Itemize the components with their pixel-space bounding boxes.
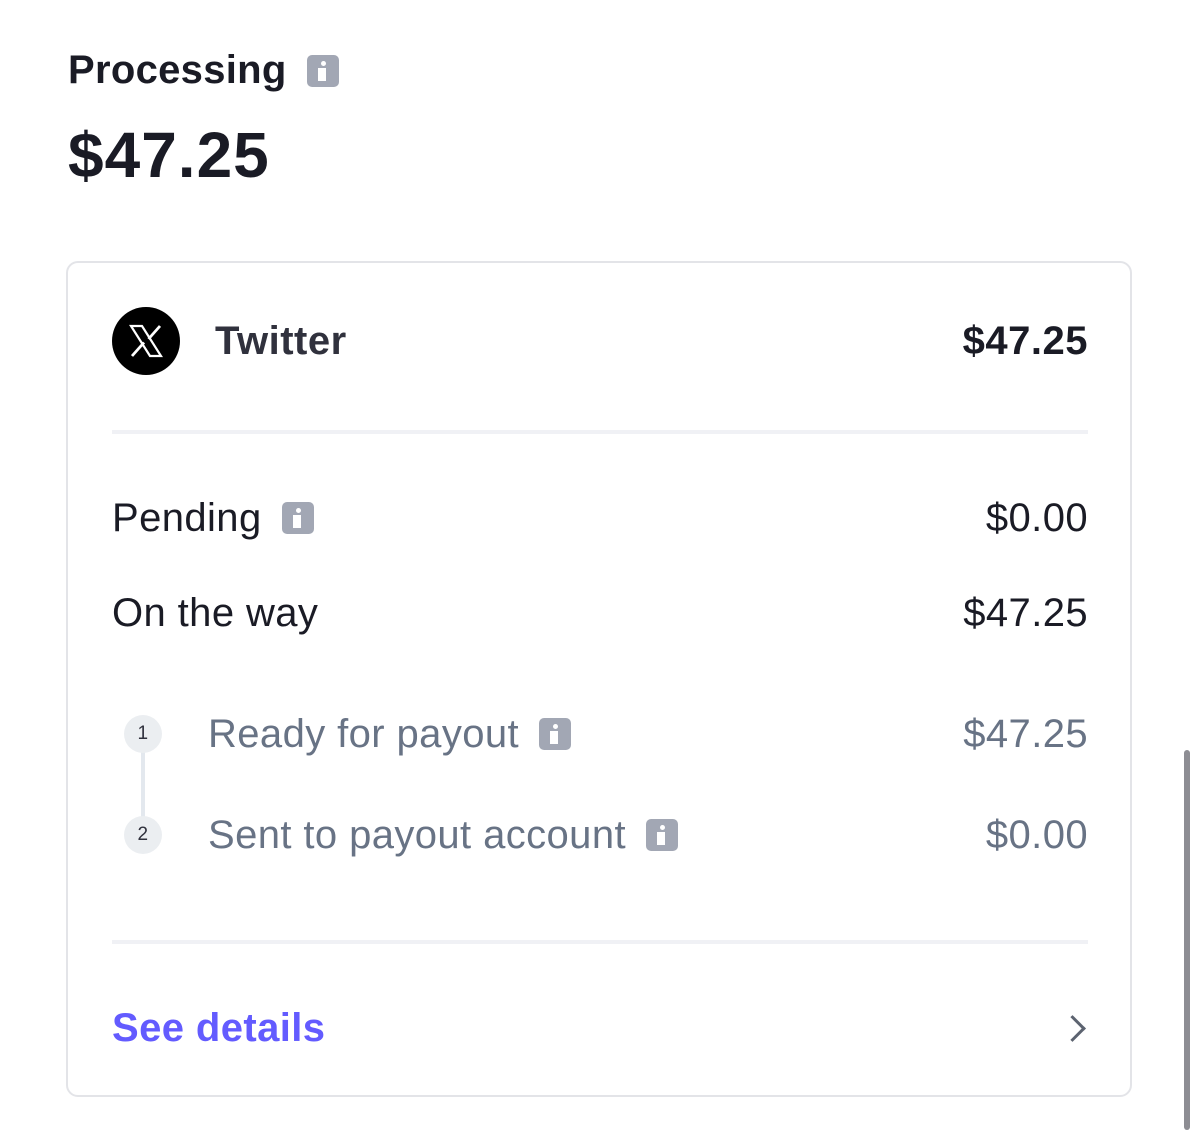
chevron-right-icon[interactable] — [1059, 1014, 1086, 1042]
info-icon[interactable] — [281, 502, 314, 534]
on-the-way-label: On the way — [112, 590, 319, 635]
step-number: 2 — [124, 816, 162, 854]
pending-label: Pending — [112, 495, 262, 540]
payout-card — [66, 261, 1132, 1097]
processing-title-label: Processing — [68, 48, 287, 92]
step-label: Sent to payout account — [208, 812, 626, 857]
step-label: Ready for payout — [208, 711, 520, 756]
step-amount: $47.25 — [963, 711, 1088, 756]
step-amount: $0.00 — [985, 812, 1088, 857]
step-sent-to-payout-account: 2 Sent to payout account $0.00 — [124, 808, 1088, 862]
processing-amount: $47.25 — [68, 119, 270, 191]
on-the-way-amount: $47.25 — [963, 590, 1088, 635]
x-logo-icon — [112, 307, 180, 375]
see-details-link[interactable]: See details — [112, 1006, 325, 1051]
divider — [112, 940, 1088, 944]
divider — [112, 430, 1088, 434]
pending-amount: $0.00 — [985, 495, 1088, 540]
on-the-way-row: On the way $47.25 — [112, 587, 1088, 639]
scrollbar[interactable] — [1184, 750, 1190, 1130]
source-amount: $47.25 — [962, 318, 1088, 363]
source-row: Twitter $47.25 — [112, 306, 1088, 376]
step-ready-for-payout: 1 Ready for payout $47.25 — [124, 707, 1088, 761]
info-icon[interactable] — [645, 819, 678, 851]
info-icon[interactable] — [539, 718, 572, 750]
processing-title: Processing — [68, 48, 339, 93]
info-icon[interactable] — [306, 54, 339, 87]
see-details-row[interactable]: See details — [112, 1000, 1088, 1056]
step-number: 1 — [124, 715, 162, 753]
source-name: Twitter — [215, 318, 347, 363]
pending-row: Pending $0.00 — [112, 492, 1088, 544]
